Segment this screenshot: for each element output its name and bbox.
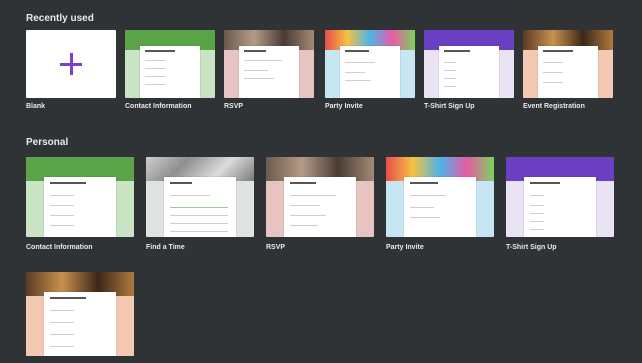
- personal-find-a-time[interactable]: [146, 157, 254, 237]
- personal-event-registration[interactable]: [26, 272, 134, 356]
- template-rsvp-label: RSVP: [224, 103, 244, 110]
- personal-tshirt-sign-up-label: T-Shirt Sign Up: [506, 244, 557, 251]
- recently-used-heading: Recently used: [26, 13, 94, 24]
- template-contact-information-label: Contact Information: [125, 103, 192, 110]
- personal-find-a-time-label: Find a Time: [146, 244, 185, 251]
- template-blank[interactable]: [26, 30, 116, 98]
- template-blank-label: Blank: [26, 103, 46, 110]
- template-rsvp[interactable]: [224, 30, 314, 98]
- personal-tshirt-sign-up[interactable]: [506, 157, 614, 237]
- personal-rsvp[interactable]: [266, 157, 374, 237]
- template-party-invite-label: Party Invite: [325, 103, 363, 110]
- personal-contact-information-label: Contact Information: [26, 244, 93, 251]
- template-event-registration[interactable]: [523, 30, 613, 98]
- template-tshirt-sign-up[interactable]: [424, 30, 514, 98]
- personal-rsvp-label: RSVP: [266, 244, 286, 251]
- template-contact-information[interactable]: [125, 30, 215, 98]
- personal-heading: Personal: [26, 137, 69, 148]
- template-event-registration-label: Event Registration: [523, 103, 585, 110]
- template-party-invite[interactable]: [325, 30, 415, 98]
- personal-contact-information[interactable]: [26, 157, 134, 237]
- personal-party-invite[interactable]: [386, 157, 494, 237]
- template-tshirt-sign-up-label: T-Shirt Sign Up: [424, 103, 475, 110]
- personal-party-invite-label: Party Invite: [386, 244, 424, 251]
